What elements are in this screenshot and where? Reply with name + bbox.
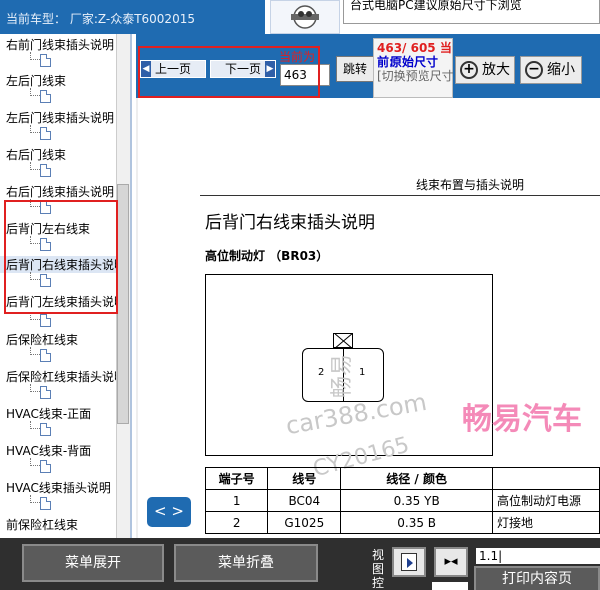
browse-notice: 台式电脑PC建议原始尺寸下浏览 xyxy=(343,0,600,24)
table-header: 线号 xyxy=(267,467,342,490)
tree-connector xyxy=(30,458,40,466)
watermark: 畅易 xyxy=(330,353,356,399)
jump-button[interactable]: 跳转 xyxy=(336,56,374,82)
zoom-in-button[interactable]: + 放大 xyxy=(455,56,515,84)
table-header: 端子号 xyxy=(204,467,269,490)
zoom-out-button[interactable]: − 缩小 xyxy=(520,56,582,84)
zoom-out-label: 缩小 xyxy=(547,62,575,78)
table-cell: G1025 xyxy=(267,511,342,534)
table-cell: 灯接地 xyxy=(492,511,600,534)
table-cell: 0.35 YB xyxy=(340,489,494,512)
tree-scrollbar[interactable] xyxy=(116,34,130,538)
menu-collapse-button[interactable]: 菜单折叠 xyxy=(174,544,318,582)
document-icon[interactable] xyxy=(40,497,51,510)
document-icon[interactable] xyxy=(40,314,51,327)
document-icon[interactable] xyxy=(40,423,51,436)
tree-connector xyxy=(30,125,40,133)
switch-preview-size-link[interactable]: [切换预览尺寸] xyxy=(377,69,458,83)
nav-highlight-box xyxy=(138,46,320,98)
tree-scrollbar-thumb[interactable] xyxy=(117,184,129,424)
tree-item[interactable]: 右后门线束插头说明 xyxy=(0,183,118,200)
tree-item[interactable]: 右前门线束插头说明 xyxy=(0,36,118,53)
original-size-label: 原始尺寸 xyxy=(390,55,439,69)
connector-title: 高位制动灯 （BR03） xyxy=(205,249,329,263)
document-title: 后背门右线束插头说明 xyxy=(205,213,375,233)
table-row: 2 G1025 0.35 B 灯接地 xyxy=(204,511,600,534)
brand-watermark: 畅易汽车 xyxy=(462,402,582,437)
tree-item[interactable]: 右后门线束 xyxy=(0,146,118,163)
view-fit-button[interactable]: ▸◂ xyxy=(434,547,468,577)
mechanic-logo-icon xyxy=(270,0,340,34)
pin-table: 端子号 线号 线径 / 颜色 1 BC04 0.35 YB 高位制动灯电源 2 … xyxy=(204,467,600,534)
zoom-in-icon: + xyxy=(460,61,478,79)
document-icon[interactable] xyxy=(40,386,51,399)
tree-item[interactable]: HVAC线束插头说明 xyxy=(0,479,118,496)
notice-text: 台式电脑PC建议原始尺寸下浏览 xyxy=(350,0,522,12)
table-header-row: 端子号 线号 线径 / 颜色 xyxy=(204,467,600,490)
view-control-label: 视图控 xyxy=(372,548,385,590)
print-content-button[interactable]: 打印内容页 xyxy=(474,566,600,590)
menu-expand-button[interactable]: 菜单展开 xyxy=(22,544,164,582)
table-row: 1 BC04 0.35 YB 高位制动灯电源 xyxy=(204,489,600,512)
document-scroll-edge xyxy=(136,98,138,538)
document-icon[interactable] xyxy=(40,90,51,103)
table-cell: BC04 xyxy=(267,489,342,512)
tree-connector xyxy=(30,162,40,170)
header-divider xyxy=(200,195,600,196)
table-cell: 1 xyxy=(204,489,269,512)
document-icon[interactable] xyxy=(40,127,51,140)
section-header: 线束布置与插头说明 xyxy=(416,178,525,192)
document-icon[interactable] xyxy=(40,54,51,67)
table-header: 线径 / 颜色 xyxy=(340,467,494,490)
tree-item[interactable]: HVAC线束-正面 xyxy=(0,405,118,422)
tree-connector xyxy=(30,347,40,355)
toggle-panel-button[interactable]: < > xyxy=(147,497,191,527)
tree-highlight-box xyxy=(4,200,118,314)
tree-item[interactable]: 左后门线束插头说明 xyxy=(0,109,118,126)
view-single-button[interactable] xyxy=(392,547,426,577)
tree-item[interactable]: HVAC线束-背面 xyxy=(0,442,118,459)
tree-item[interactable]: 后保险杠线束 xyxy=(0,331,118,348)
zoom-in-label: 放大 xyxy=(482,62,510,78)
top-header-bar: 当前车型： 厂家:Z-众泰T6002015 xyxy=(0,0,265,34)
tree-item[interactable]: 左后门线束 xyxy=(0,72,118,89)
tree-item[interactable]: 前保险杠线束 xyxy=(0,516,118,533)
table-cell: 0.35 B xyxy=(340,511,494,534)
tree-connector xyxy=(30,495,40,503)
document-icon[interactable] xyxy=(40,164,51,177)
tree-connector xyxy=(30,384,40,392)
table-cell: 2 xyxy=(204,511,269,534)
play-page-icon xyxy=(401,553,417,571)
tree-connector xyxy=(30,52,40,60)
current-vehicle-label: 当前车型： 厂家:Z-众泰T6002015 xyxy=(6,12,195,26)
zoom-value-field[interactable]: 1.1| xyxy=(476,548,600,564)
tree-connector xyxy=(30,421,40,429)
zoom-out-icon: − xyxy=(525,61,543,79)
document-icon[interactable] xyxy=(40,460,51,473)
view-index-input[interactable] xyxy=(432,582,468,590)
tree-connector xyxy=(30,88,40,96)
pin-label: 1 xyxy=(359,367,366,378)
connector-latch-icon xyxy=(333,333,353,348)
table-cell: 高位制动灯电源 xyxy=(492,489,600,512)
page-info-panel: 463/ 605 当 前: 原始尺寸 [切换预览尺寸] xyxy=(373,38,458,98)
table-header xyxy=(492,467,600,490)
tree-item[interactable]: 后保险杠线束插头说明 xyxy=(0,368,118,385)
document-icon[interactable] xyxy=(40,349,51,362)
